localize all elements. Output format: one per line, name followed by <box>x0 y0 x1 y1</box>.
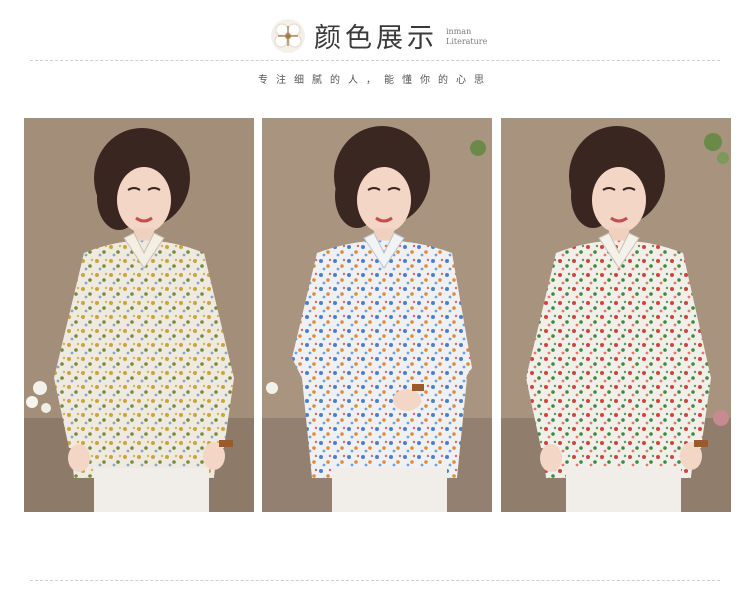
product-photo-2 <box>262 118 492 512</box>
bottom-divider <box>30 580 720 581</box>
model-illustration <box>24 118 254 512</box>
product-photo-1 <box>24 118 254 512</box>
top-divider <box>30 60 720 61</box>
model-illustration <box>501 118 731 512</box>
page-title: 颜色展示 <box>314 23 438 54</box>
brand-line1: inman <box>446 27 472 36</box>
tagline: 专注细腻的人，能懂你的心思 <box>258 75 492 86</box>
header: 颜色展示 inman Literature <box>0 0 750 60</box>
brand-line2: Literature <box>446 37 488 46</box>
product-photo-3 <box>501 118 731 512</box>
cotton-flower-icon <box>271 19 305 53</box>
brand-text: inman Literature <box>446 27 487 47</box>
model-illustration <box>262 118 492 512</box>
